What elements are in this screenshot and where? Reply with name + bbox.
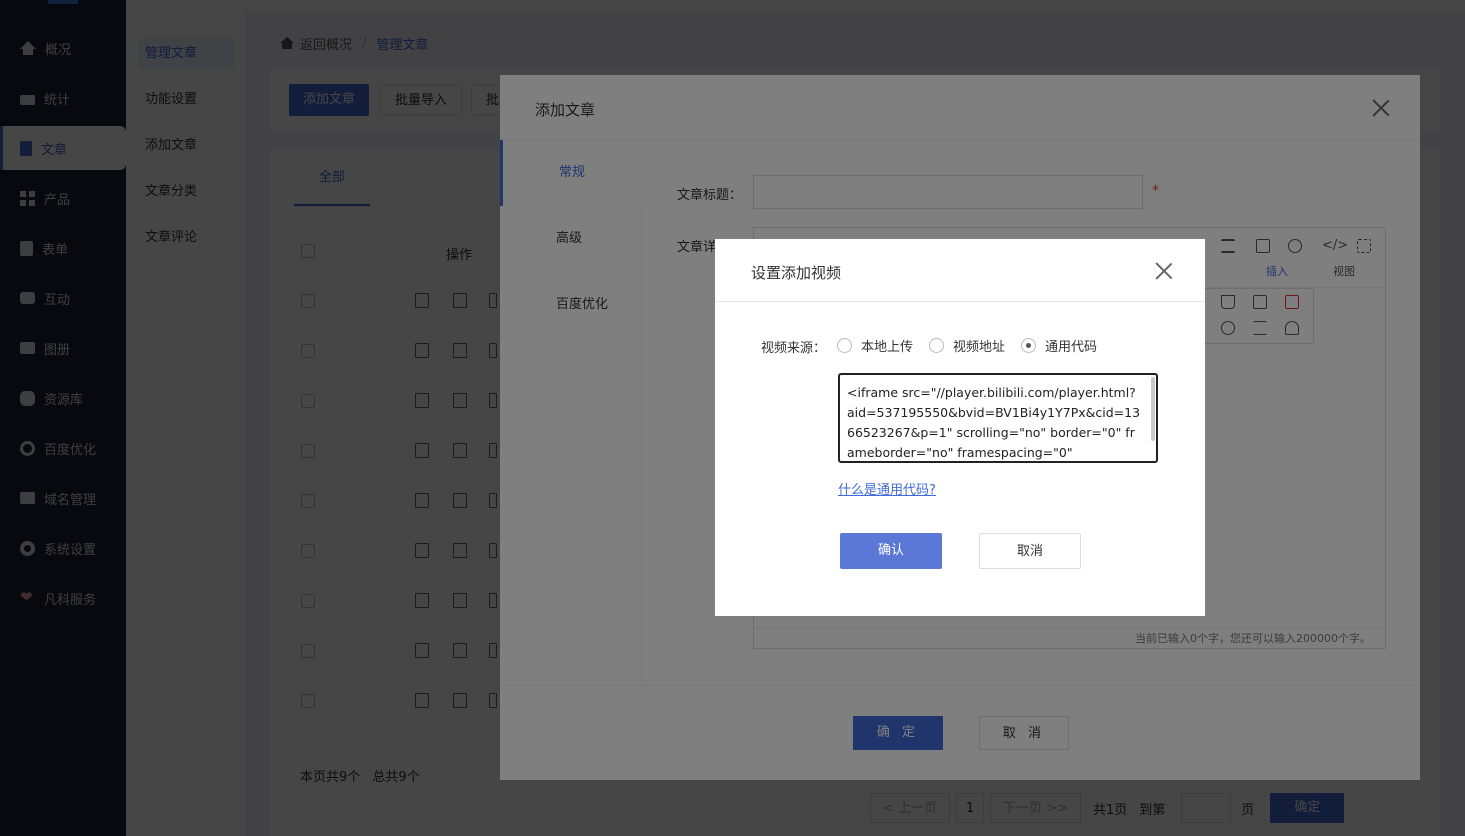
radio-button-selected[interactable] — [1021, 338, 1036, 353]
radio-label: 本地上传 — [861, 340, 914, 355]
radio-video-url[interactable]: 视频地址 — [929, 336, 1005, 355]
radio-embed-code[interactable]: 通用代码 — [1021, 336, 1097, 355]
video-source-label: 视频来源： — [761, 341, 827, 356]
embed-code-textarea[interactable]: <iframe src="//player.bilibili.com/playe… — [838, 373, 1158, 463]
dialog-title: 设置添加视频 — [751, 264, 842, 282]
add-video-dialog: 设置添加视频 视频来源： 本地上传 视频地址 通用代码 <iframe src=… — [715, 239, 1205, 616]
confirm-button[interactable]: 确认 — [840, 533, 942, 569]
radio-label: 视频地址 — [953, 340, 1006, 355]
radio-label: 通用代码 — [1045, 340, 1098, 355]
radio-button[interactable] — [837, 338, 852, 353]
textarea-scrollbar[interactable] — [1151, 377, 1155, 441]
dialog-header: 设置添加视频 — [715, 239, 1205, 302]
what-is-embed-code-link[interactable]: 什么是通用代码? — [838, 479, 936, 498]
radio-button[interactable] — [929, 338, 944, 353]
radio-local-upload[interactable]: 本地上传 — [837, 336, 913, 355]
close-icon[interactable] — [1155, 262, 1173, 280]
cancel-button[interactable]: 取消 — [979, 533, 1081, 569]
